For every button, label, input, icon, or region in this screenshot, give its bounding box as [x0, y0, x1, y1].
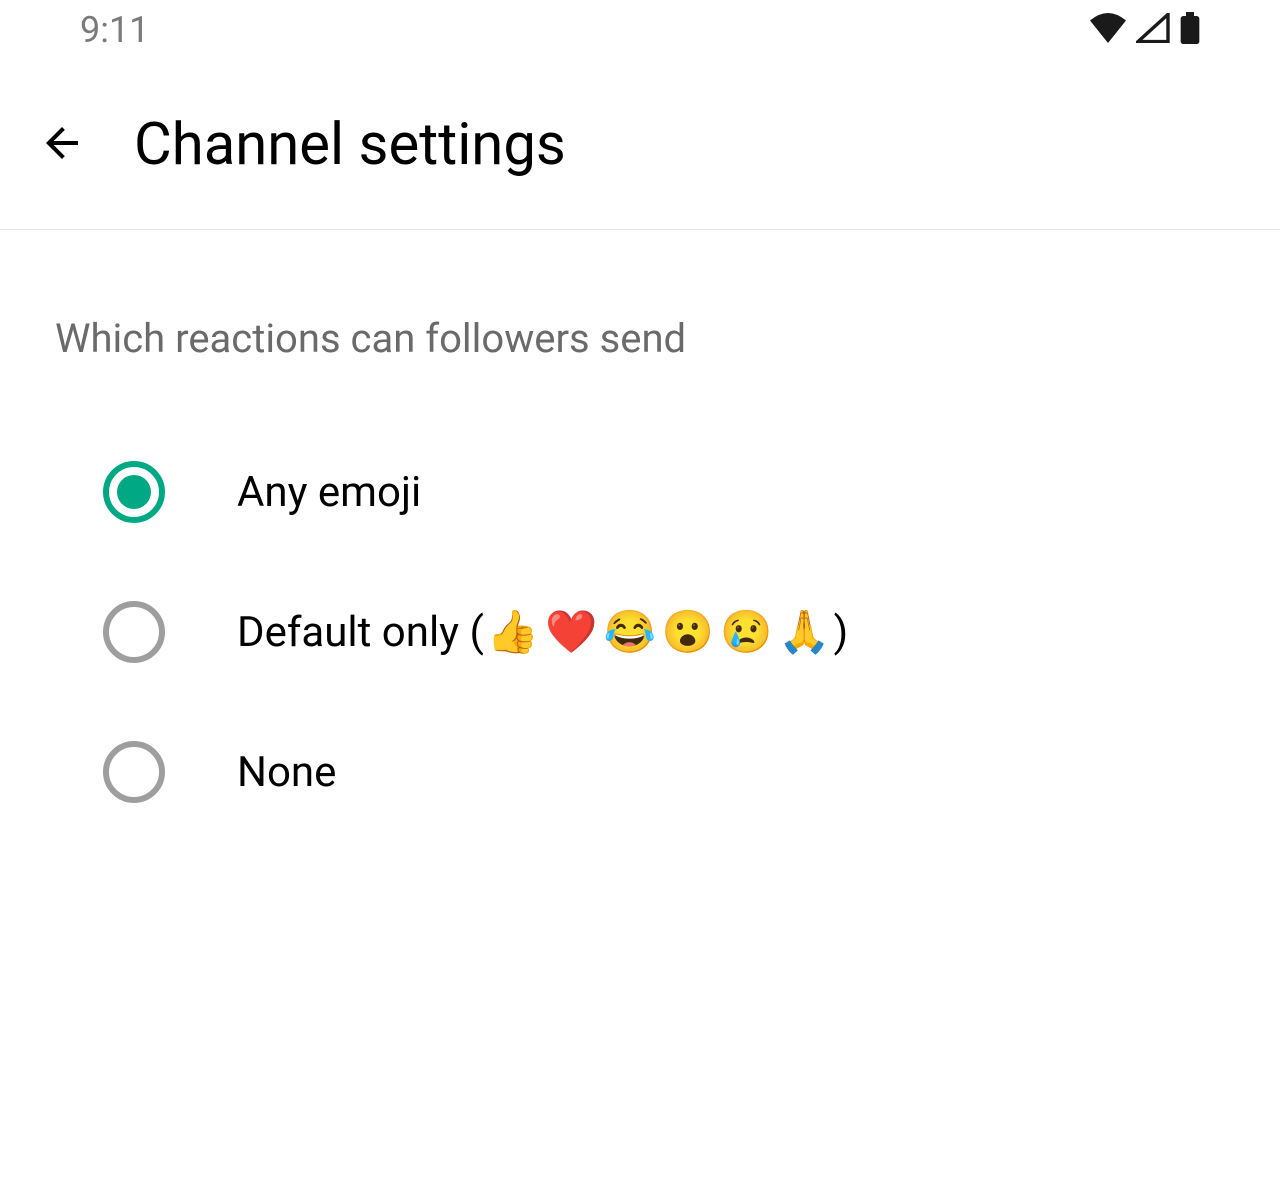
praying-emoji: 🙏 — [778, 608, 830, 657]
radio-button — [103, 461, 165, 523]
status-time: 9:11 — [80, 9, 149, 51]
radio-button — [103, 741, 165, 803]
radio-button — [103, 601, 165, 663]
battery-icon — [1180, 12, 1200, 48]
status-icons — [1090, 12, 1200, 48]
surprised-emoji: 😮 — [662, 608, 714, 657]
status-bar: 9:11 — [0, 0, 1280, 60]
content: Which reactions can followers send Any e… — [0, 230, 1280, 842]
radio-group: Any emoji Default only (👍❤️😂😮😢🙏) None — [55, 422, 1225, 842]
radio-label: Any emoji — [237, 468, 421, 517]
option-default-only[interactable]: Default only (👍❤️😂😮😢🙏) — [103, 562, 1225, 702]
radio-label: None — [237, 748, 336, 797]
option-any-emoji[interactable]: Any emoji — [103, 422, 1225, 562]
page-title: Channel settings — [134, 111, 566, 179]
option-none[interactable]: None — [103, 702, 1225, 842]
wifi-icon — [1090, 13, 1126, 47]
back-button[interactable] — [30, 113, 94, 177]
crying-emoji: 😢 — [720, 608, 772, 657]
section-title: Which reactions can followers send — [55, 315, 1225, 362]
thumbs-up-emoji: 👍 — [487, 608, 539, 657]
header: Channel settings — [0, 60, 1280, 230]
arrow-left-icon — [38, 119, 86, 171]
signal-icon — [1136, 13, 1170, 47]
laughing-emoji: 😂 — [603, 608, 655, 657]
radio-label: Default only (👍❤️😂😮😢🙏) — [237, 608, 848, 657]
heart-emoji: ❤️ — [545, 608, 597, 657]
